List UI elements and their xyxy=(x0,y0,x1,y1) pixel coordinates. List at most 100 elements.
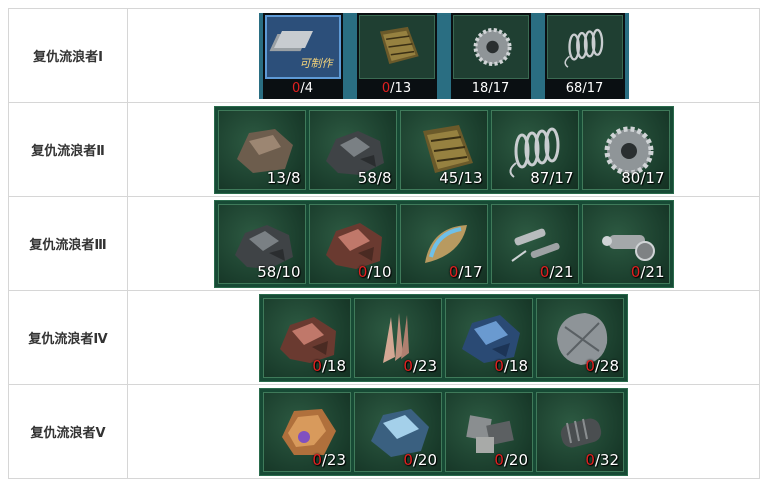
count-need: /4 xyxy=(300,80,313,96)
count-need: /32 xyxy=(594,450,619,469)
table-row: 复仇流浪者Ⅲ 58/10 0/10 0/17 0/21 0/21 xyxy=(8,196,760,291)
count-have: 87 xyxy=(530,168,550,187)
count-have: 80 xyxy=(621,168,641,187)
count-have: 45 xyxy=(439,168,459,187)
item-count: 58/8 xyxy=(358,169,392,187)
item-count: 45/13 xyxy=(439,169,482,187)
count-have: 0 xyxy=(312,356,322,375)
item-count: 0/28 xyxy=(585,357,619,375)
item-count: 68/17 xyxy=(545,81,625,96)
item-slot[interactable]: 13/8 xyxy=(217,109,306,190)
item-slot[interactable]: 0/17 xyxy=(399,203,488,284)
count-need: /18 xyxy=(503,356,528,375)
item-count: 58/10 xyxy=(257,263,300,281)
item-icon-frame xyxy=(358,14,435,79)
item-strip: 13/8 58/8 45/13 87/17 80/17 xyxy=(213,105,674,194)
item-count: 13/8 xyxy=(267,169,301,187)
count-need: /13 xyxy=(458,168,483,187)
item-slot[interactable]: 0/10 xyxy=(308,203,397,284)
item-count: 0/32 xyxy=(585,451,619,469)
count-have: 0 xyxy=(494,356,504,375)
count-need: /20 xyxy=(503,450,528,469)
count-need: /18 xyxy=(321,356,346,375)
upgrade-materials-table: 复仇流浪者Ⅰ 可制作 0/4 0/13 18/17 68/17 复仇流浪者Ⅱ 13/8 5… xyxy=(8,8,760,479)
gear-icon xyxy=(473,27,512,66)
table-row: 复仇流浪者Ⅰ 可制作 0/4 0/13 18/17 68/17 xyxy=(8,8,760,103)
item-slot[interactable]: 58/8 xyxy=(308,109,397,190)
item-count: 0/20 xyxy=(494,451,528,469)
count-have: 0 xyxy=(494,450,504,469)
item-count: 0/18 xyxy=(494,357,528,375)
count-need: /28 xyxy=(594,356,619,375)
count-need: /8 xyxy=(285,168,301,187)
count-need: /20 xyxy=(412,450,437,469)
item-count: 18/17 xyxy=(451,81,531,96)
count-have: 0 xyxy=(403,356,413,375)
count-need: /17 xyxy=(640,168,665,187)
item-slot[interactable]: 58/10 xyxy=(217,203,306,284)
item-count: 0/18 xyxy=(312,357,346,375)
item-count: 0/23 xyxy=(403,357,437,375)
item-slot[interactable]: 80/17 xyxy=(581,109,670,190)
item-slot[interactable]: 68/17 xyxy=(544,12,625,99)
count-need: /17 xyxy=(488,80,510,96)
item-slot[interactable]: 0/13 xyxy=(356,12,437,99)
item-slot[interactable]: 可制作 0/4 xyxy=(262,12,343,99)
count-need: /17 xyxy=(458,262,483,281)
item-icon-frame: 可制作 xyxy=(264,14,341,79)
count-have: 58 xyxy=(357,168,377,187)
count-have: 18 xyxy=(471,80,489,96)
count-need: /17 xyxy=(549,168,574,187)
item-slot[interactable]: 0/32 xyxy=(536,391,624,472)
item-slot[interactable]: 18/17 xyxy=(450,12,531,99)
item-count: 0/10 xyxy=(358,263,392,281)
table-row: 复仇流浪者Ⅱ 13/8 58/8 45/13 87/17 80/17 xyxy=(8,102,760,197)
count-have: 0 xyxy=(585,356,595,375)
count-have: 0 xyxy=(448,262,459,281)
item-strip: 0/23 0/20 0/20 0/32 xyxy=(259,387,628,476)
item-strip: 0/18 0/23 0/18 0/28 xyxy=(259,293,628,382)
item-slot[interactable]: 0/20 xyxy=(445,391,533,472)
count-need: /21 xyxy=(640,262,665,281)
item-count: 0/13 xyxy=(357,81,437,96)
item-strip: 可制作 0/4 0/13 18/17 68/17 xyxy=(258,12,629,99)
item-slot[interactable]: 45/13 xyxy=(399,109,488,190)
item-slot[interactable]: 0/23 xyxy=(354,297,442,378)
item-count: 0/20 xyxy=(403,451,437,469)
count-need: /21 xyxy=(549,262,574,281)
scale-armor-icon xyxy=(379,26,419,64)
count-have: 0 xyxy=(539,262,550,281)
item-count: 0/23 xyxy=(312,451,346,469)
table-row: 复仇流浪者Ⅳ 0/18 0/23 0/18 0/28 xyxy=(8,290,760,385)
row-label: 复仇流浪者Ⅰ xyxy=(8,8,128,103)
count-need: /10 xyxy=(276,262,301,281)
item-strip: 58/10 0/10 0/17 0/21 0/21 xyxy=(213,199,674,288)
row-label: 复仇流浪者Ⅳ xyxy=(8,290,128,385)
row-label: 复仇流浪者Ⅱ xyxy=(8,102,128,197)
item-count: 87/17 xyxy=(530,169,573,187)
item-count: 0/21 xyxy=(540,263,574,281)
count-have: 0 xyxy=(630,262,641,281)
item-slot[interactable]: 0/21 xyxy=(581,203,670,284)
count-have: 0 xyxy=(312,450,322,469)
item-slot[interactable]: 0/20 xyxy=(354,391,442,472)
table-row: 复仇流浪者Ⅴ 0/23 0/20 0/20 0/32 xyxy=(8,384,760,479)
item-slot[interactable]: 0/18 xyxy=(445,297,533,378)
item-slot[interactable]: 0/23 xyxy=(263,391,351,472)
item-slot[interactable]: 87/17 xyxy=(490,109,579,190)
item-icon-frame xyxy=(546,14,623,79)
item-slot[interactable]: 0/18 xyxy=(263,297,351,378)
count-need: /10 xyxy=(367,262,392,281)
item-slot[interactable]: 0/21 xyxy=(490,203,579,284)
count-have: 68 xyxy=(565,80,583,96)
item-count: 0/4 xyxy=(263,81,343,96)
count-have: 58 xyxy=(257,262,277,281)
item-count: 80/17 xyxy=(621,169,664,187)
row-label: 复仇流浪者Ⅲ xyxy=(8,196,128,291)
craftable-tag: 可制作 xyxy=(299,56,333,70)
spring-icon xyxy=(563,28,603,68)
count-need: /17 xyxy=(582,80,604,96)
item-slot[interactable]: 0/28 xyxy=(536,297,624,378)
count-have: 0 xyxy=(585,450,595,469)
count-need: /23 xyxy=(321,450,346,469)
